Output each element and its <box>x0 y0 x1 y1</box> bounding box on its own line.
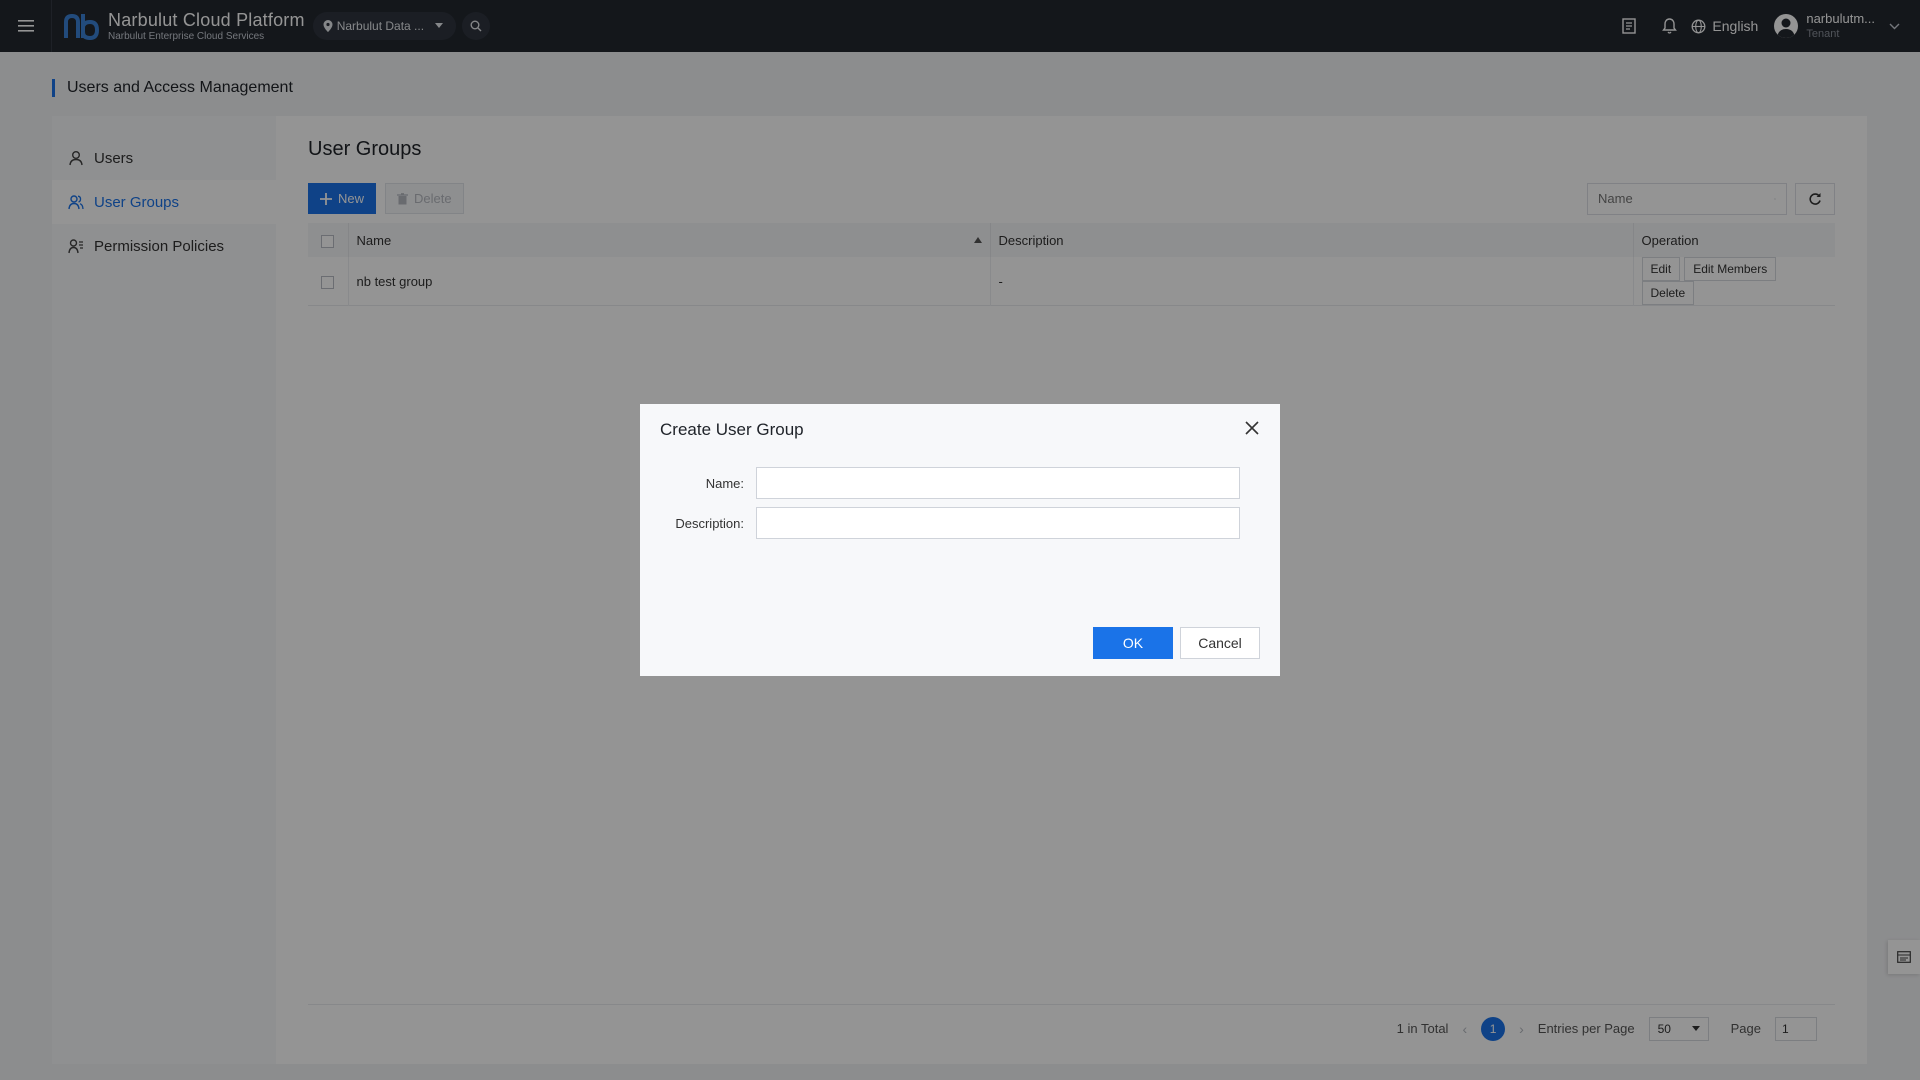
create-user-group-dialog: Create User Group Name: Description: OK … <box>640 404 1280 676</box>
description-row: Description: <box>660 507 1240 539</box>
name-label: Name: <box>705 475 744 491</box>
description-label: Description: <box>675 515 744 531</box>
cancel-button[interactable]: Cancel <box>1180 627 1260 659</box>
description-field[interactable] <box>756 507 1240 539</box>
close-button[interactable] <box>1242 418 1262 438</box>
name-field[interactable] <box>756 467 1240 499</box>
close-icon <box>1245 421 1259 435</box>
name-row: Name: <box>660 467 1240 499</box>
dialog-title: Create User Group <box>660 420 804 439</box>
ok-button[interactable]: OK <box>1093 627 1173 659</box>
